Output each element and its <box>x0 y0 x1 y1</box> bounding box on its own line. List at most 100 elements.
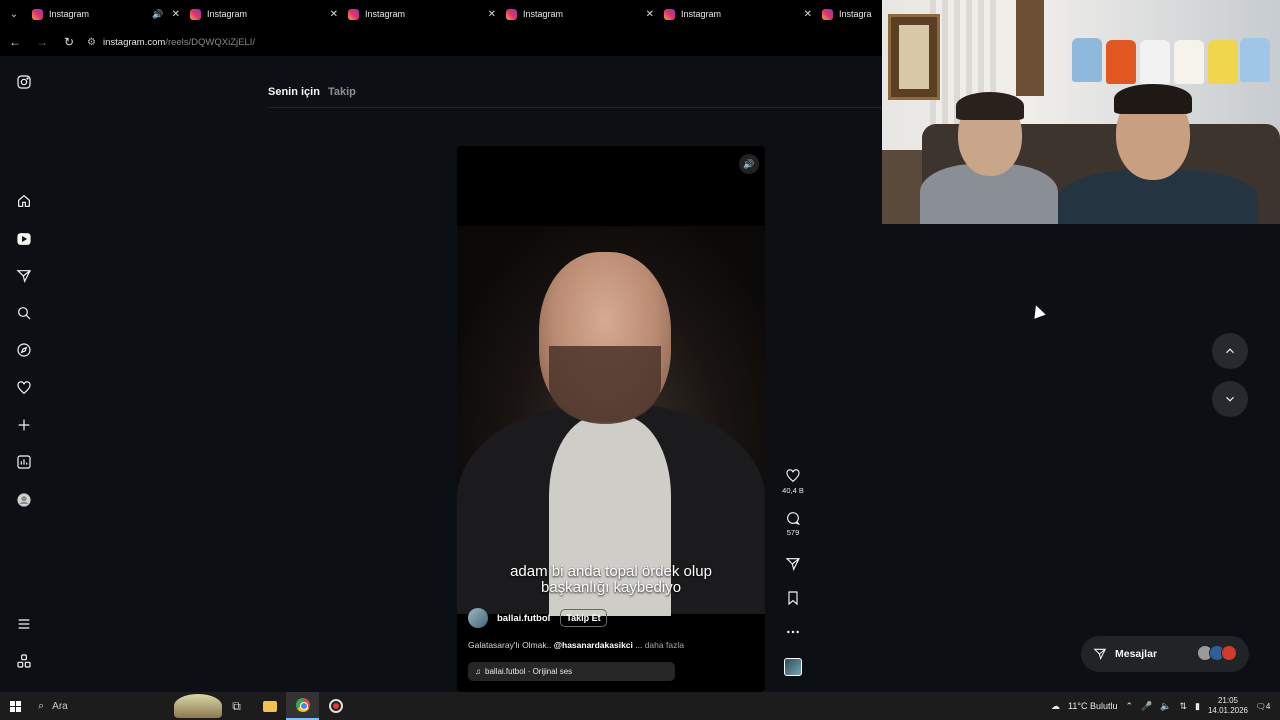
battery-icon[interactable]: ▮ <box>1195 701 1200 712</box>
chrome-button[interactable] <box>286 692 319 720</box>
explore-compass-icon[interactable] <box>12 338 36 362</box>
clock-time: 21:05 <box>1217 696 1238 705</box>
start-button[interactable] <box>0 692 30 720</box>
webcam-overlay <box>882 0 1280 224</box>
previous-reel-button[interactable] <box>1212 333 1248 369</box>
taskbar-clock[interactable]: 21:05 14.01.2026 <box>1208 696 1248 716</box>
notifications-heart-icon[interactable] <box>12 376 36 400</box>
instagram-favicon-icon <box>348 8 359 20</box>
tab-close-icon[interactable]: ✕ <box>488 9 496 20</box>
browser-tab[interactable]: Instagram ✕ <box>660 0 818 28</box>
network-icon[interactable]: ⇅ <box>1179 701 1187 712</box>
url-path: /reels/DQWQXiZjELI/ <box>165 36 256 48</box>
insights-chart-icon[interactable] <box>12 450 36 474</box>
task-view-icon[interactable]: ⧉ <box>220 692 253 720</box>
webcam-door <box>1016 0 1044 96</box>
direct-message-icon[interactable] <box>12 264 36 288</box>
messages-button[interactable]: Mesajlar <box>1081 636 1249 672</box>
reels-feed-tabs: Senin için Takip <box>268 86 356 98</box>
comment-count: 579 <box>786 528 800 537</box>
weather-label[interactable]: 11°C Bulutlu <box>1068 701 1117 711</box>
home-icon[interactable] <box>12 189 36 213</box>
volume-speaker-icon[interactable]: 🔊 <box>739 154 759 174</box>
tab-audio-icon[interactable]: 🔊 <box>152 9 163 20</box>
messages-paper-plane-icon <box>1093 648 1107 661</box>
browser-tab[interactable]: Instagram 🔊 ✕ <box>28 0 186 28</box>
browser-tab[interactable]: Instagram <box>818 0 878 28</box>
tab-for-you[interactable]: Senin için <box>268 86 320 98</box>
tab-close-icon[interactable]: ✕ <box>172 9 180 20</box>
audio-cover-thumbnail <box>784 658 802 676</box>
microphone-icon[interactable]: 🎤 <box>1141 701 1152 712</box>
taskbar-search-box[interactable]: ⌕ Ara <box>30 692 222 720</box>
chevron-up-icon <box>1226 348 1234 354</box>
search-icon[interactable] <box>12 301 36 325</box>
system-tray: ☁ 11°C Bulutlu ⌃ 🎤 🔈 ⇅ ▮ 21:05 14.01.202… <box>1051 692 1280 720</box>
like-action[interactable]: 40,4 B <box>780 468 806 495</box>
like-heart-icon <box>786 469 800 483</box>
tray-chevron-up-icon[interactable]: ⌃ <box>1125 701 1133 712</box>
save-action[interactable] <box>780 590 806 606</box>
browser-tab[interactable]: Instagram ✕ <box>186 0 344 28</box>
tab-search-dropdown-icon[interactable]: ⌄ <box>0 0 28 28</box>
profile-avatar-icon[interactable] <box>12 488 36 512</box>
reload-icon[interactable]: ↻ <box>57 30 81 54</box>
recorder-button[interactable] <box>319 692 352 720</box>
create-plus-icon[interactable] <box>12 413 36 437</box>
audio-thumbnail[interactable] <box>780 658 806 676</box>
audio-track-label: ballai.futbol · Orijinal ses <box>485 667 573 676</box>
comment-action[interactable]: 579 <box>780 510 806 537</box>
reel-video-frame <box>457 226 765 616</box>
record-icon <box>328 699 343 713</box>
reels-icon[interactable] <box>12 227 36 251</box>
share-paper-plane-icon <box>785 558 800 571</box>
browser-tab[interactable]: Instagram ✕ <box>344 0 502 28</box>
file-explorer-button[interactable] <box>253 692 286 720</box>
caption-ellipsis: ... <box>632 640 645 650</box>
taskbar-search-placeholder: Ara <box>52 700 68 712</box>
windows-taskbar: ⌕ Ara ⧉ ☁ 11°C Bulutlu ⌃ 🎤 🔈 ⇅ ▮ 21:05 1… <box>0 692 1280 720</box>
tab-close-icon[interactable]: ✕ <box>804 9 812 20</box>
weather-icon[interactable]: ☁ <box>1051 701 1060 712</box>
instagram-favicon-icon <box>32 8 43 20</box>
instagram-favicon-icon <box>506 8 517 20</box>
follow-button[interactable]: Takip Et <box>560 609 607 627</box>
url-field[interactable]: instagram.com/reels/DQWQXiZjELI/ <box>103 37 255 48</box>
url-host: instagram.com <box>103 36 166 48</box>
next-reel-button[interactable] <box>1212 381 1248 417</box>
more-menu-icon[interactable] <box>12 612 36 636</box>
back-arrow-icon[interactable]: ← <box>3 30 27 54</box>
reel-video-player[interactable]: 🔊 adam bi anda topal ördek olup başkanlı… <box>457 146 765 692</box>
author-username[interactable]: ballai.futbol <box>497 613 550 624</box>
webcam-person-left-hair <box>956 92 1024 120</box>
audio-track-pill[interactable]: ♫ ballai.futbol · Orijinal ses <box>468 662 675 681</box>
reel-caption: Galatasaray'lı Olmak.. @hasanardakasikci… <box>468 640 684 650</box>
chevron-down-icon <box>1226 396 1234 402</box>
music-note-icon: ♫ <box>475 667 481 676</box>
instagram-favicon-icon <box>822 8 833 20</box>
tab-title: Instagram <box>365 9 406 19</box>
instagram-sidebar <box>0 56 48 692</box>
forward-arrow-icon[interactable]: → <box>30 30 54 54</box>
webcam-jersey <box>1240 38 1270 82</box>
caption-more-link[interactable]: daha fazla <box>645 640 684 650</box>
folder-icon <box>262 700 277 712</box>
chrome-icon <box>295 698 310 712</box>
author-avatar[interactable] <box>468 608 488 628</box>
share-action[interactable] <box>780 556 806 572</box>
mouse-cursor <box>1030 303 1046 319</box>
site-settings-icon[interactable]: ⚙ <box>87 37 101 48</box>
video-subtitle: adam bi anda topal ördek olup başkanlığı… <box>457 564 765 596</box>
tab-close-icon[interactable]: ✕ <box>646 9 654 20</box>
webcam-jersey <box>1106 40 1136 84</box>
meta-apps-icon[interactable] <box>12 649 36 673</box>
tab-following[interactable]: Takip <box>328 86 356 98</box>
browser-tab[interactable]: Instagram ✕ <box>502 0 660 28</box>
tab-close-icon[interactable]: ✕ <box>330 9 338 20</box>
instagram-logo-icon[interactable] <box>12 70 36 94</box>
webcam-jersey <box>1208 40 1238 84</box>
more-options-action[interactable] <box>780 624 806 640</box>
notification-center-icon[interactable]: 🗨 4 <box>1256 698 1276 714</box>
caption-mention-link[interactable]: @hasanardakasikci <box>554 640 633 650</box>
volume-icon[interactable]: 🔈 <box>1160 701 1171 712</box>
